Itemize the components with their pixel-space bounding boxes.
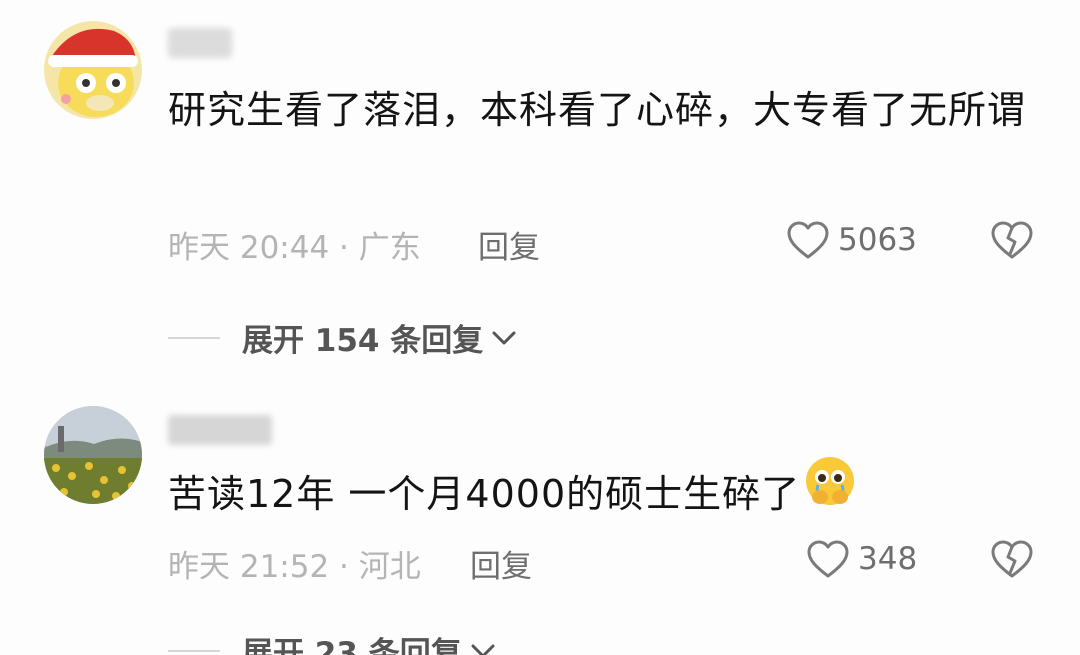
heart-outline-icon (787, 221, 829, 259)
chevron-down-icon (471, 644, 495, 655)
avatar[interactable] (44, 21, 142, 119)
expand-replies-label: 展开 154 条回复 (242, 323, 484, 359)
chevron-down-icon (492, 331, 516, 344)
broken-heart-icon (991, 221, 1033, 259)
divider (168, 336, 220, 339)
avatar[interactable] (44, 406, 142, 504)
comment-text: 研究生看了落泪，本科看了心碎，大专看了无所谓 (168, 88, 1027, 132)
expand-replies[interactable]: 展开 154 条回复 (168, 315, 519, 360)
broken-heart-icon (991, 540, 1033, 578)
username-blurred[interactable] (168, 28, 232, 58)
dislike-button[interactable] (990, 539, 1034, 583)
like-button[interactable]: 348 (806, 539, 917, 579)
expand-replies[interactable]: 展开 23 条回复 (168, 628, 498, 655)
crying-emoji-icon (804, 455, 856, 530)
like-count: 348 (858, 541, 918, 577)
heart-outline-icon (807, 540, 849, 578)
comment-time-location: 昨天 21:52 · 河北 (168, 549, 421, 585)
like-button[interactable]: 5063 (786, 220, 917, 260)
username-blurred[interactable] (168, 415, 272, 445)
landscape-flowers-avatar-icon (44, 406, 142, 504)
comment-text: 苦读12年 一个月4000的硕士生碎了 (168, 455, 1038, 530)
divider (168, 649, 220, 652)
duck-santa-hat-avatar-icon (44, 21, 142, 119)
reply-button[interactable]: 回复 (478, 222, 540, 267)
reply-button[interactable]: 回复 (470, 541, 532, 586)
expand-replies-label: 展开 23 条回复 (242, 636, 462, 655)
like-count: 5063 (838, 222, 917, 258)
dislike-button[interactable] (990, 220, 1034, 264)
comment-time-location: 昨天 20:44 · 广东 (168, 230, 421, 266)
comment-text-content: 苦读12年 一个月4000的硕士生碎了 (168, 472, 801, 516)
comment-list: 研究生看了落泪，本科看了心碎，大专看了无所谓 昨天 20:44 · 广东 回复 … (0, 0, 1080, 655)
